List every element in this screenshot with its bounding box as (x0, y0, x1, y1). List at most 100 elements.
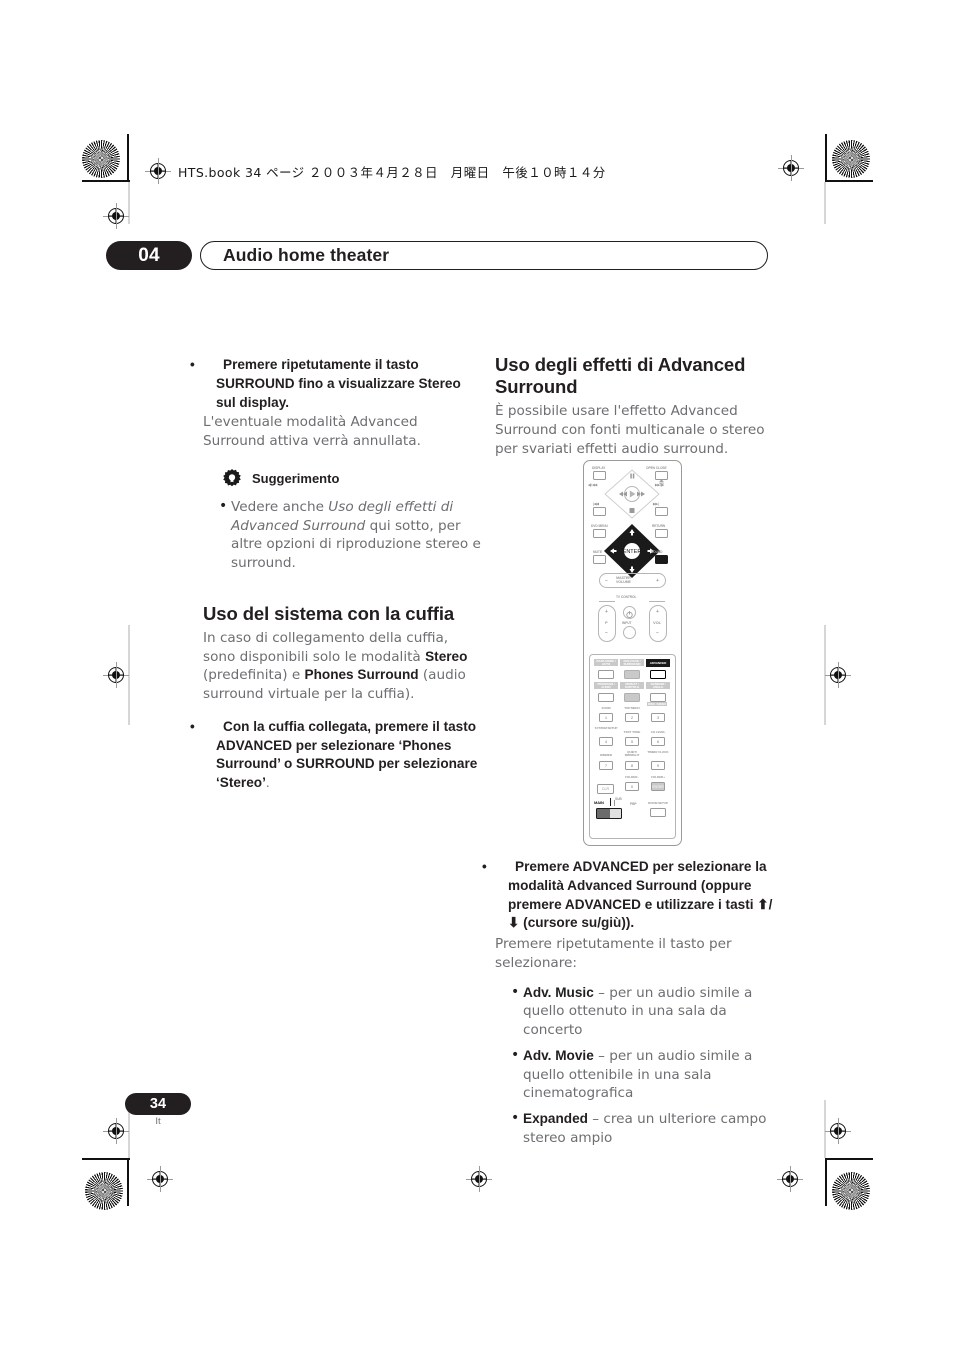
remote-tv-power-button[interactable] (623, 606, 636, 619)
registration-mark-left-top (103, 203, 129, 229)
remote-button-repeat-subtitle[interactable] (624, 693, 640, 702)
tip-label: Suggerimento (252, 471, 340, 487)
remote-button-random-angle[interactable] (650, 693, 666, 702)
remote-button-mute[interactable] (593, 555, 606, 564)
remote-label-sub: SUB (615, 797, 622, 801)
remote-button-sound[interactable] (655, 555, 668, 564)
mode-name-1: Adv. Movie (523, 1047, 594, 1063)
tip-item-pre: Vedere anche (231, 498, 329, 515)
registration-mark-right-bottom (825, 1118, 851, 1144)
remote-cap-timer-clock: TIMER/ CLOCK (647, 749, 669, 754)
remote-button-3[interactable]: 3 (651, 713, 665, 722)
remote-cap-system-setup: SYSTEM SETUP (594, 725, 618, 730)
remote-button-1[interactable]: 1 (599, 713, 613, 722)
language-code: It (155, 1116, 161, 1127)
bullet-dot: • (482, 859, 487, 874)
remote-tv-input-button[interactable] (623, 626, 636, 639)
remote-cap-random-angle: RANDOM / ANGLE (646, 682, 670, 690)
bullet-dot: • (190, 718, 195, 734)
remote-button-9[interactable]: 9 (651, 761, 665, 770)
para-part-1: Stereo (425, 648, 468, 664)
mode-name-2: Expanded (523, 1111, 588, 1126)
left-bullet-1-body: L'eventuale modalità Advanced Surround a… (203, 414, 421, 449)
left-bullet-2-tail: . (265, 775, 270, 791)
crop-mark-top-right-h (825, 180, 873, 182)
remote-button-7[interactable]: 7 (599, 761, 613, 770)
crop-mark-top-left-v (127, 134, 129, 182)
remote-cap-folder-minus: FOLDER– (625, 774, 639, 779)
remote-button-enter[interactable]: ENTER (651, 782, 665, 791)
remote-cap-program-audio: PROGRAM / AUDIO (594, 682, 618, 690)
remote-button-room-setup[interactable] (650, 808, 666, 817)
list-item: Adv. Movie – per un audio simile a quell… (511, 1046, 773, 1103)
remote-cap-top-menu: TOP MENU (624, 705, 640, 710)
gear-lightbulb-icon (223, 468, 241, 486)
remote-label-input: INPUT (622, 621, 632, 625)
registration-mark-bottom-right-inner (777, 1166, 803, 1192)
book-file-header: HTS.book 34 ページ ２００３年４月２８日 月曜日 午後１０時１４分 (178, 165, 606, 180)
page-number-badge: 34 (125, 1093, 191, 1115)
remote-button-5[interactable]: 5 (625, 737, 639, 746)
remote-button-4[interactable]: 4 (599, 737, 613, 746)
mode-name-0: Adv. Music (523, 984, 594, 1000)
remote-cap-room-setup: ROOM SETUP (648, 800, 668, 805)
left-column: • Premere ripetutamente il tasto SURROUND… (190, 356, 481, 794)
remote-switch-main-sub-pbp[interactable] (596, 808, 622, 819)
remote-button-next[interactable] (655, 507, 668, 516)
crop-mark-bottom-left-v (127, 1158, 129, 1206)
registration-mark-top-center (145, 158, 171, 184)
remote-button-program-audio[interactable] (598, 693, 614, 702)
right-column: Uso degli effetti di Advanced Surround È… (495, 354, 773, 470)
registration-mark-left-mid (103, 662, 129, 688)
page-guide-right-top (824, 182, 826, 224)
remote-cap-disc-menu: DISC / MENU (647, 701, 667, 707)
remote-label-master-volume: MASTER VOLUME (616, 576, 631, 585)
remote-button-bass-mode[interactable] (598, 670, 614, 679)
registration-mark-bottom-left-inner (147, 1166, 173, 1192)
remote-label-tv-p-minus: − (605, 630, 608, 636)
remote-button-8[interactable]: 8 (625, 761, 639, 770)
remote-button-clr[interactable]: CLR (597, 784, 614, 794)
remote-transport-diamond (604, 469, 660, 519)
chapter-number-badge: 04 (106, 241, 192, 270)
remote-cap-repeat-subtitle: REPEAT / SUBTITLE (620, 682, 644, 690)
tip-box: Suggerimento (221, 468, 481, 490)
remote-cap-ch-level: CH LEVEL (650, 729, 666, 734)
tip-list: Vedere anche Uso degli effetti di Advanc… (203, 497, 481, 573)
page-number: 34 (149, 1096, 167, 1112)
list-item: Adv. Music – per un audio simile a quell… (511, 982, 773, 1040)
left-bullet-2-text: Con la cuffia collegata, premere il tast… (216, 718, 478, 791)
remote-cap-bass-mode: BASS MODE / AUTO (594, 659, 618, 667)
advanced-modes-list: Adv. Music – per un audio simile a quell… (495, 982, 773, 1148)
manual-page: HTS.book 34 ページ ２００３年４月２８日 月曜日 午後１０時１４分 … (0, 0, 954, 1351)
remote-button-6[interactable]: 6 (651, 737, 665, 746)
crop-mark-top-left-h (82, 180, 130, 182)
remote-label-volume-plus: + (656, 578, 659, 584)
power-icon (626, 611, 633, 619)
remote-label-tv-vol-minus: − (656, 630, 659, 636)
remote-button-0[interactable]: 0 (625, 782, 639, 791)
para-part-0: In caso di collegamento della cuffia, so… (203, 629, 449, 665)
remote-label-tv-p-plus: + (605, 609, 608, 615)
remote-cap-test-tone: TEST TONE (623, 729, 641, 734)
right-bullet-text: Premere ADVANCED per selezionare la moda… (508, 859, 773, 931)
remote-cap-dialogue: DIALOGUE / SURROUND (620, 659, 644, 667)
left-bullet-1-text: Premere ripetutamente il tasto SURROUND … (216, 357, 461, 410)
section-cuffia-paragraph: In caso di collegamento della cuffia, so… (203, 629, 481, 704)
registration-rosette-bottom-left (85, 1172, 123, 1210)
remote-label-next: ▶▶| (653, 502, 659, 506)
right-after-bullet: Premere ripetutamente il tasto per selez… (495, 936, 732, 971)
remote-button-dialogue[interactable] (624, 670, 640, 679)
remote-cap-dimmer: DIMMER (600, 752, 612, 757)
left-bullet-2-bold: • Con la cuffia collegata, premere il tas… (190, 718, 481, 793)
remote-button-2[interactable]: 2 (625, 713, 639, 722)
switch-tick-left (610, 798, 611, 806)
list-item: Vedere anche Uso degli effetti di Advanc… (219, 497, 481, 573)
remote-button-prev[interactable] (593, 507, 606, 516)
page-title: Audio home theater (223, 245, 390, 265)
registration-mark-right-top (778, 155, 804, 181)
remote-label-tv-p: P (605, 620, 608, 625)
remote-button-advanced[interactable] (650, 670, 666, 679)
section-advanced-intro: È possibile usare l'effetto Advanced Sur… (495, 403, 765, 457)
bullet-dot: • (190, 357, 195, 372)
